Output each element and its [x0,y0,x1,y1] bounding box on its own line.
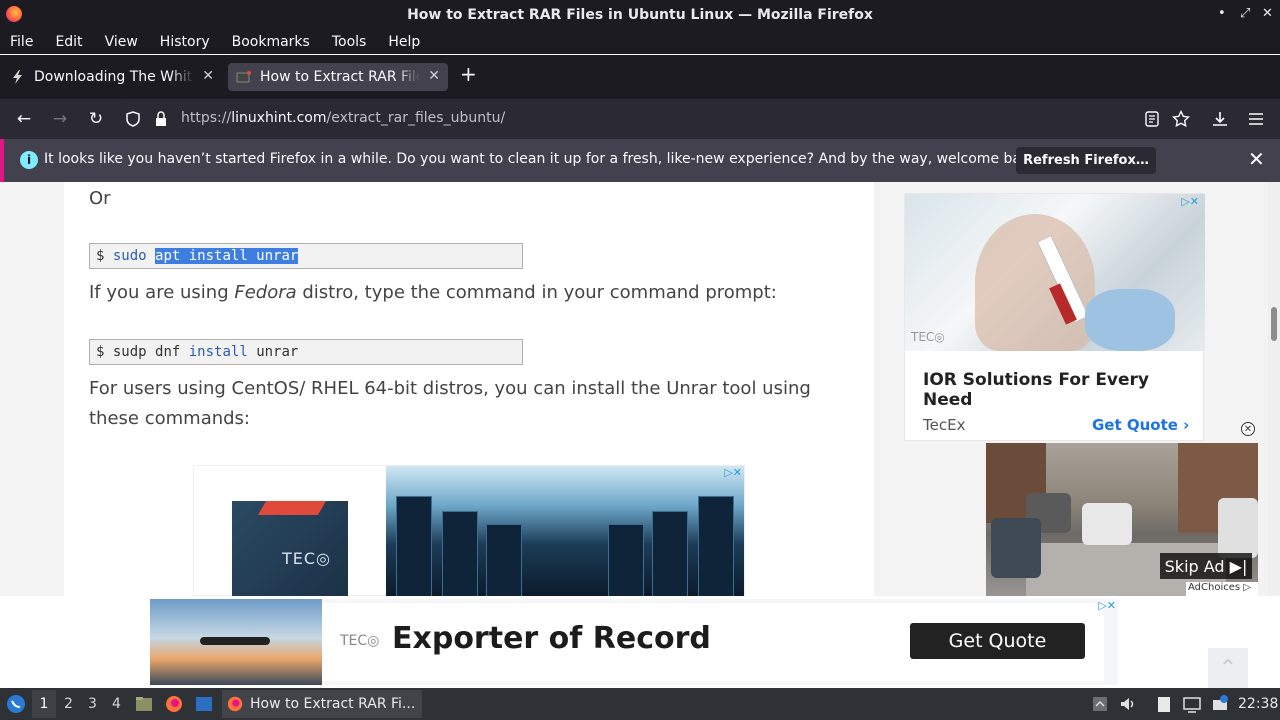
taskbar-window-firefox[interactable]: How to Extract RAR Fi... [222,690,422,718]
workspace-2[interactable]: 2 [64,696,73,712]
url-text[interactable]: https://linuxhint.com/extract_rar_files_… [181,110,505,126]
or-text: Or [89,188,111,209]
ad-brand: TecEx [923,416,966,434]
tray-arrow-icon[interactable] [1090,694,1110,714]
forward-arrow-icon[interactable]: → [49,108,71,130]
scrollbar-thumb[interactable] [1271,307,1277,341]
notification-message: It looks like you haven’t started Firefo… [44,151,1043,167]
menu-bar: File Edit View History Bookmarks Tools H… [0,29,1280,54]
reader-view-icon[interactable] [1145,111,1159,127]
firefox-logo-icon [6,6,22,22]
hamburger-menu-icon[interactable] [1247,110,1265,128]
back-arrow-icon[interactable]: ← [13,108,35,130]
clipboard-icon[interactable] [1154,694,1174,714]
datacenter-image [386,466,744,596]
ad-panel: TEC◎ Exporter of Record Get Quote [322,603,1104,681]
scientist-image: TEC◎ [905,194,1205,351]
ad-close-icon[interactable]: ▷✕ [724,466,742,479]
article-body: Or $ sudo apt install unrar If you are u… [64,182,874,596]
ad-book-image: TEC◎ [232,501,348,596]
window-titlebar: How to Extract RAR Files in Ubuntu Linux… [0,0,1280,29]
tab-label: Downloading The White Ha [34,69,194,85]
navigation-bar: ← → ↻ https://linuxhint.com/extract_rar_… [0,99,1280,139]
shield-icon[interactable] [126,111,140,127]
info-icon: i [20,151,38,169]
menu-view[interactable]: View [105,34,138,50]
maximize-button[interactable]: ⤢ [1240,6,1250,21]
ad-close-icon[interactable]: ▷✕ [1098,599,1116,612]
close-tab-icon[interactable]: ✕ [428,68,440,84]
ad-headline[interactable]: IOR Solutions For Every Need [923,370,1203,410]
ad-brand-mark: TEC◎ [340,633,380,649]
get-quote-button[interactable]: Get Quote [910,623,1085,659]
selected-text: apt install unrar [155,248,299,264]
workspace-3[interactable]: 3 [88,696,97,712]
menu-edit[interactable]: Edit [55,34,82,50]
ad-close-icon[interactable]: ▷✕ [1181,195,1199,208]
video-ad[interactable]: Skip Ad ▶| AdChoices ▷ [986,443,1258,596]
menu-history[interactable]: History [160,34,210,50]
page-content: Or $ sudo apt install unrar If you are u… [0,182,1268,596]
tab-bar: Downloading The White Ha ✕ How to Extrac… [0,55,1280,99]
bottom-ad-area: TEC◎ Exporter of Record Get Quote ▷✕ ⌃ [0,596,1280,688]
clock: 22:38 [1238,696,1279,712]
downloads-icon[interactable] [1211,110,1229,128]
workspace-4[interactable]: 4 [112,696,121,712]
ad-brand-mark: TEC◎ [911,330,945,344]
centos-paragraph: For users using CentOS/ RHEL 64-bit dist… [89,378,811,429]
reload-icon[interactable]: ↻ [85,108,107,130]
file-manager-icon[interactable] [134,694,154,714]
network-icon[interactable] [1210,694,1230,714]
close-window-button[interactable]: ✕ [1262,6,1273,21]
site-favicon-icon [236,71,251,83]
airplane-image [150,599,322,685]
menu-help[interactable]: Help [388,34,420,50]
lightning-icon [13,70,22,84]
tab-downloading[interactable]: Downloading The White Ha ✕ [4,63,222,91]
get-quote-link[interactable]: Get Quote › [1092,416,1189,434]
menu-file[interactable]: File [10,34,33,50]
menu-bookmarks[interactable]: Bookmarks [232,34,310,50]
page-scrollbar[interactable] [1268,182,1280,596]
adchoices-link[interactable]: AdChoices ▷ [1186,582,1258,596]
terminal-icon[interactable] [194,694,214,714]
menu-tools[interactable]: Tools [332,34,367,50]
workspace-1[interactable]: 1 [32,690,56,718]
refresh-firefox-button[interactable]: Refresh Firefox… [1016,147,1156,174]
window-title: How to Extract RAR Files in Ubuntu Linux… [407,6,873,23]
close-notification-icon[interactable]: ✕ [1248,147,1265,171]
start-menu-icon[interactable] [6,694,26,714]
address-bar[interactable]: https://linuxhint.com/extract_rar_files_… [118,103,1208,135]
close-tab-icon[interactable]: ✕ [202,68,214,84]
new-tab-button[interactable]: + [460,62,477,86]
video-close-icon[interactable]: ✕ [1241,422,1255,436]
firefox-launcher-icon[interactable] [164,694,184,714]
bottom-ad[interactable]: TEC◎ Exporter of Record Get Quote ▷✕ [150,599,1118,685]
code-block-apt[interactable]: $ sudo apt install unrar [89,243,523,269]
code-block-dnf[interactable]: $ sudp dnf install unrar [89,339,523,365]
ad-headline[interactable]: Exporter of Record [392,621,711,656]
skip-ad-button[interactable]: Skip Ad ▶| [1160,553,1252,579]
taskbar-window-title: How to Extract RAR Fi... [250,696,416,712]
fedora-paragraph: If you are using Fedora distro, type the… [89,282,777,303]
bookmark-star-icon[interactable] [1172,110,1190,128]
sidebar-ad[interactable]: TEC◎ IOR Solutions For Every Need TecEx … [904,193,1205,441]
lock-icon[interactable] [154,111,168,127]
scroll-to-top-button[interactable]: ⌃ [1208,648,1248,688]
display-icon[interactable] [1182,694,1202,714]
taskbar: 1 2 3 4 How to Extract RAR Fi... 22:38 [0,688,1280,720]
minimize-button[interactable]: • [1218,6,1226,21]
tab-extract-rar[interactable]: How to Extract RAR Files ✕ [228,63,448,91]
ad-brand-mark: TEC◎ [282,549,332,568]
volume-icon[interactable] [1118,694,1138,714]
tab-label: How to Extract RAR Files [260,69,420,85]
firefox-window-icon [227,696,243,712]
inline-ad[interactable]: TEC◎ ▷✕ [193,465,745,596]
notification-bar: i It looks like you haven’t started Fire… [0,139,1280,182]
